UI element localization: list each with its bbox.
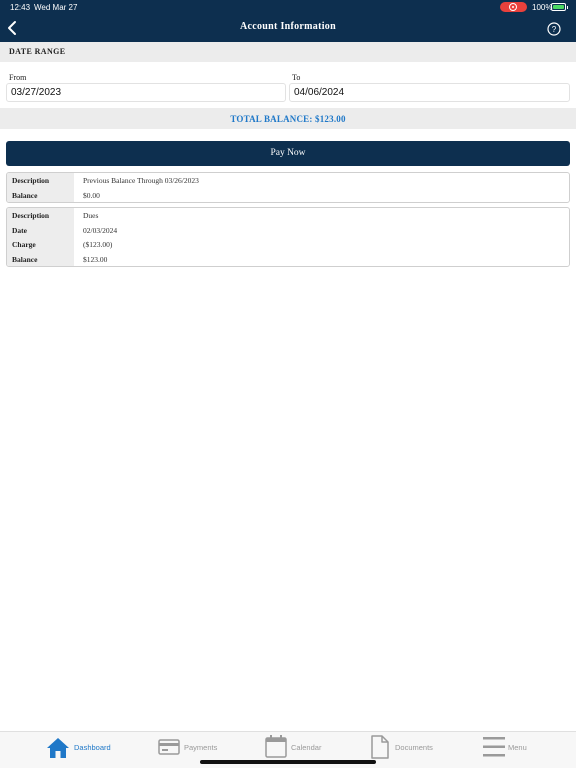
status-bar: 12:43 Wed Mar 27 100% xyxy=(0,0,576,14)
tab-label: Calendar xyxy=(291,743,322,752)
card-row: Date 02/03/2024 xyxy=(7,222,569,237)
app-header: 12:43 Wed Mar 27 100% Account Informatio… xyxy=(0,0,576,42)
calendar-icon xyxy=(265,735,287,758)
total-balance-bar: TOTAL BALANCE: $123.00 xyxy=(0,108,576,129)
battery-level xyxy=(553,5,564,9)
card-row-label: Balance xyxy=(7,187,74,202)
card-row: Description Previous Balance Through 03/… xyxy=(7,173,569,188)
home-indicator[interactable] xyxy=(200,760,376,764)
transaction-card-previous-balance: Description Previous Balance Through 03/… xyxy=(6,172,570,203)
from-label: From xyxy=(9,73,27,82)
svg-text:?: ? xyxy=(552,25,557,34)
hamburger-menu-icon xyxy=(483,737,505,757)
document-icon xyxy=(371,735,389,759)
transaction-card-dues: Description Dues Date 02/03/2024 Charge … xyxy=(6,207,570,267)
tab-label: Payments xyxy=(184,743,218,752)
battery-percentage: 100% xyxy=(532,3,553,12)
card-row-label: Description xyxy=(7,173,74,188)
question-circle-icon: ? xyxy=(547,22,561,36)
battery-icon xyxy=(551,3,568,11)
card-row-label: Description xyxy=(7,208,74,223)
screen-recording-indicator[interactable] xyxy=(500,2,527,12)
date-range-header: DATE RANGE xyxy=(0,42,576,62)
tab-documents[interactable]: Documents xyxy=(371,732,441,768)
card-row: Charge ($123.00) xyxy=(7,237,569,252)
date-range-title: DATE RANGE xyxy=(9,47,66,56)
card-row-label: Balance xyxy=(7,251,74,266)
status-date: Wed Mar 27 xyxy=(34,3,78,12)
card-row-value: 02/03/2024 xyxy=(83,225,118,235)
card-row: Balance $123.00 xyxy=(7,251,569,266)
tab-dashboard[interactable]: Dashboard xyxy=(46,732,116,768)
tab-label: Dashboard xyxy=(74,743,111,752)
to-label: To xyxy=(292,73,301,82)
tab-label: Menu xyxy=(508,743,527,752)
credit-card-icon xyxy=(158,739,180,755)
card-row-value: Previous Balance Through 03/26/2023 xyxy=(83,176,199,185)
card-row-value: $123.00 xyxy=(83,254,108,264)
tab-menu[interactable]: Menu xyxy=(482,732,542,768)
status-time: 12:43 xyxy=(10,3,31,12)
home-icon xyxy=(47,738,69,758)
tab-label: Documents xyxy=(395,743,433,752)
card-row-label: Charge xyxy=(7,237,74,252)
card-row-value: ($123.00) xyxy=(83,240,113,249)
card-row-value: Dues xyxy=(83,211,99,220)
to-date-input[interactable]: 04/06/2024 xyxy=(289,83,570,102)
pay-now-button[interactable]: Pay Now xyxy=(6,141,570,166)
card-row-value: $0.00 xyxy=(83,190,100,200)
card-row: Balance $0.00 xyxy=(7,187,569,202)
help-button[interactable]: ? xyxy=(546,21,562,37)
record-icon xyxy=(509,3,517,11)
card-row: Description Dues xyxy=(7,208,569,223)
total-balance: TOTAL BALANCE: $123.00 xyxy=(230,114,346,124)
page-title: Account Information xyxy=(240,21,336,32)
from-date-input[interactable]: 03/27/2023 xyxy=(6,83,286,102)
card-row-label: Date xyxy=(7,222,74,237)
